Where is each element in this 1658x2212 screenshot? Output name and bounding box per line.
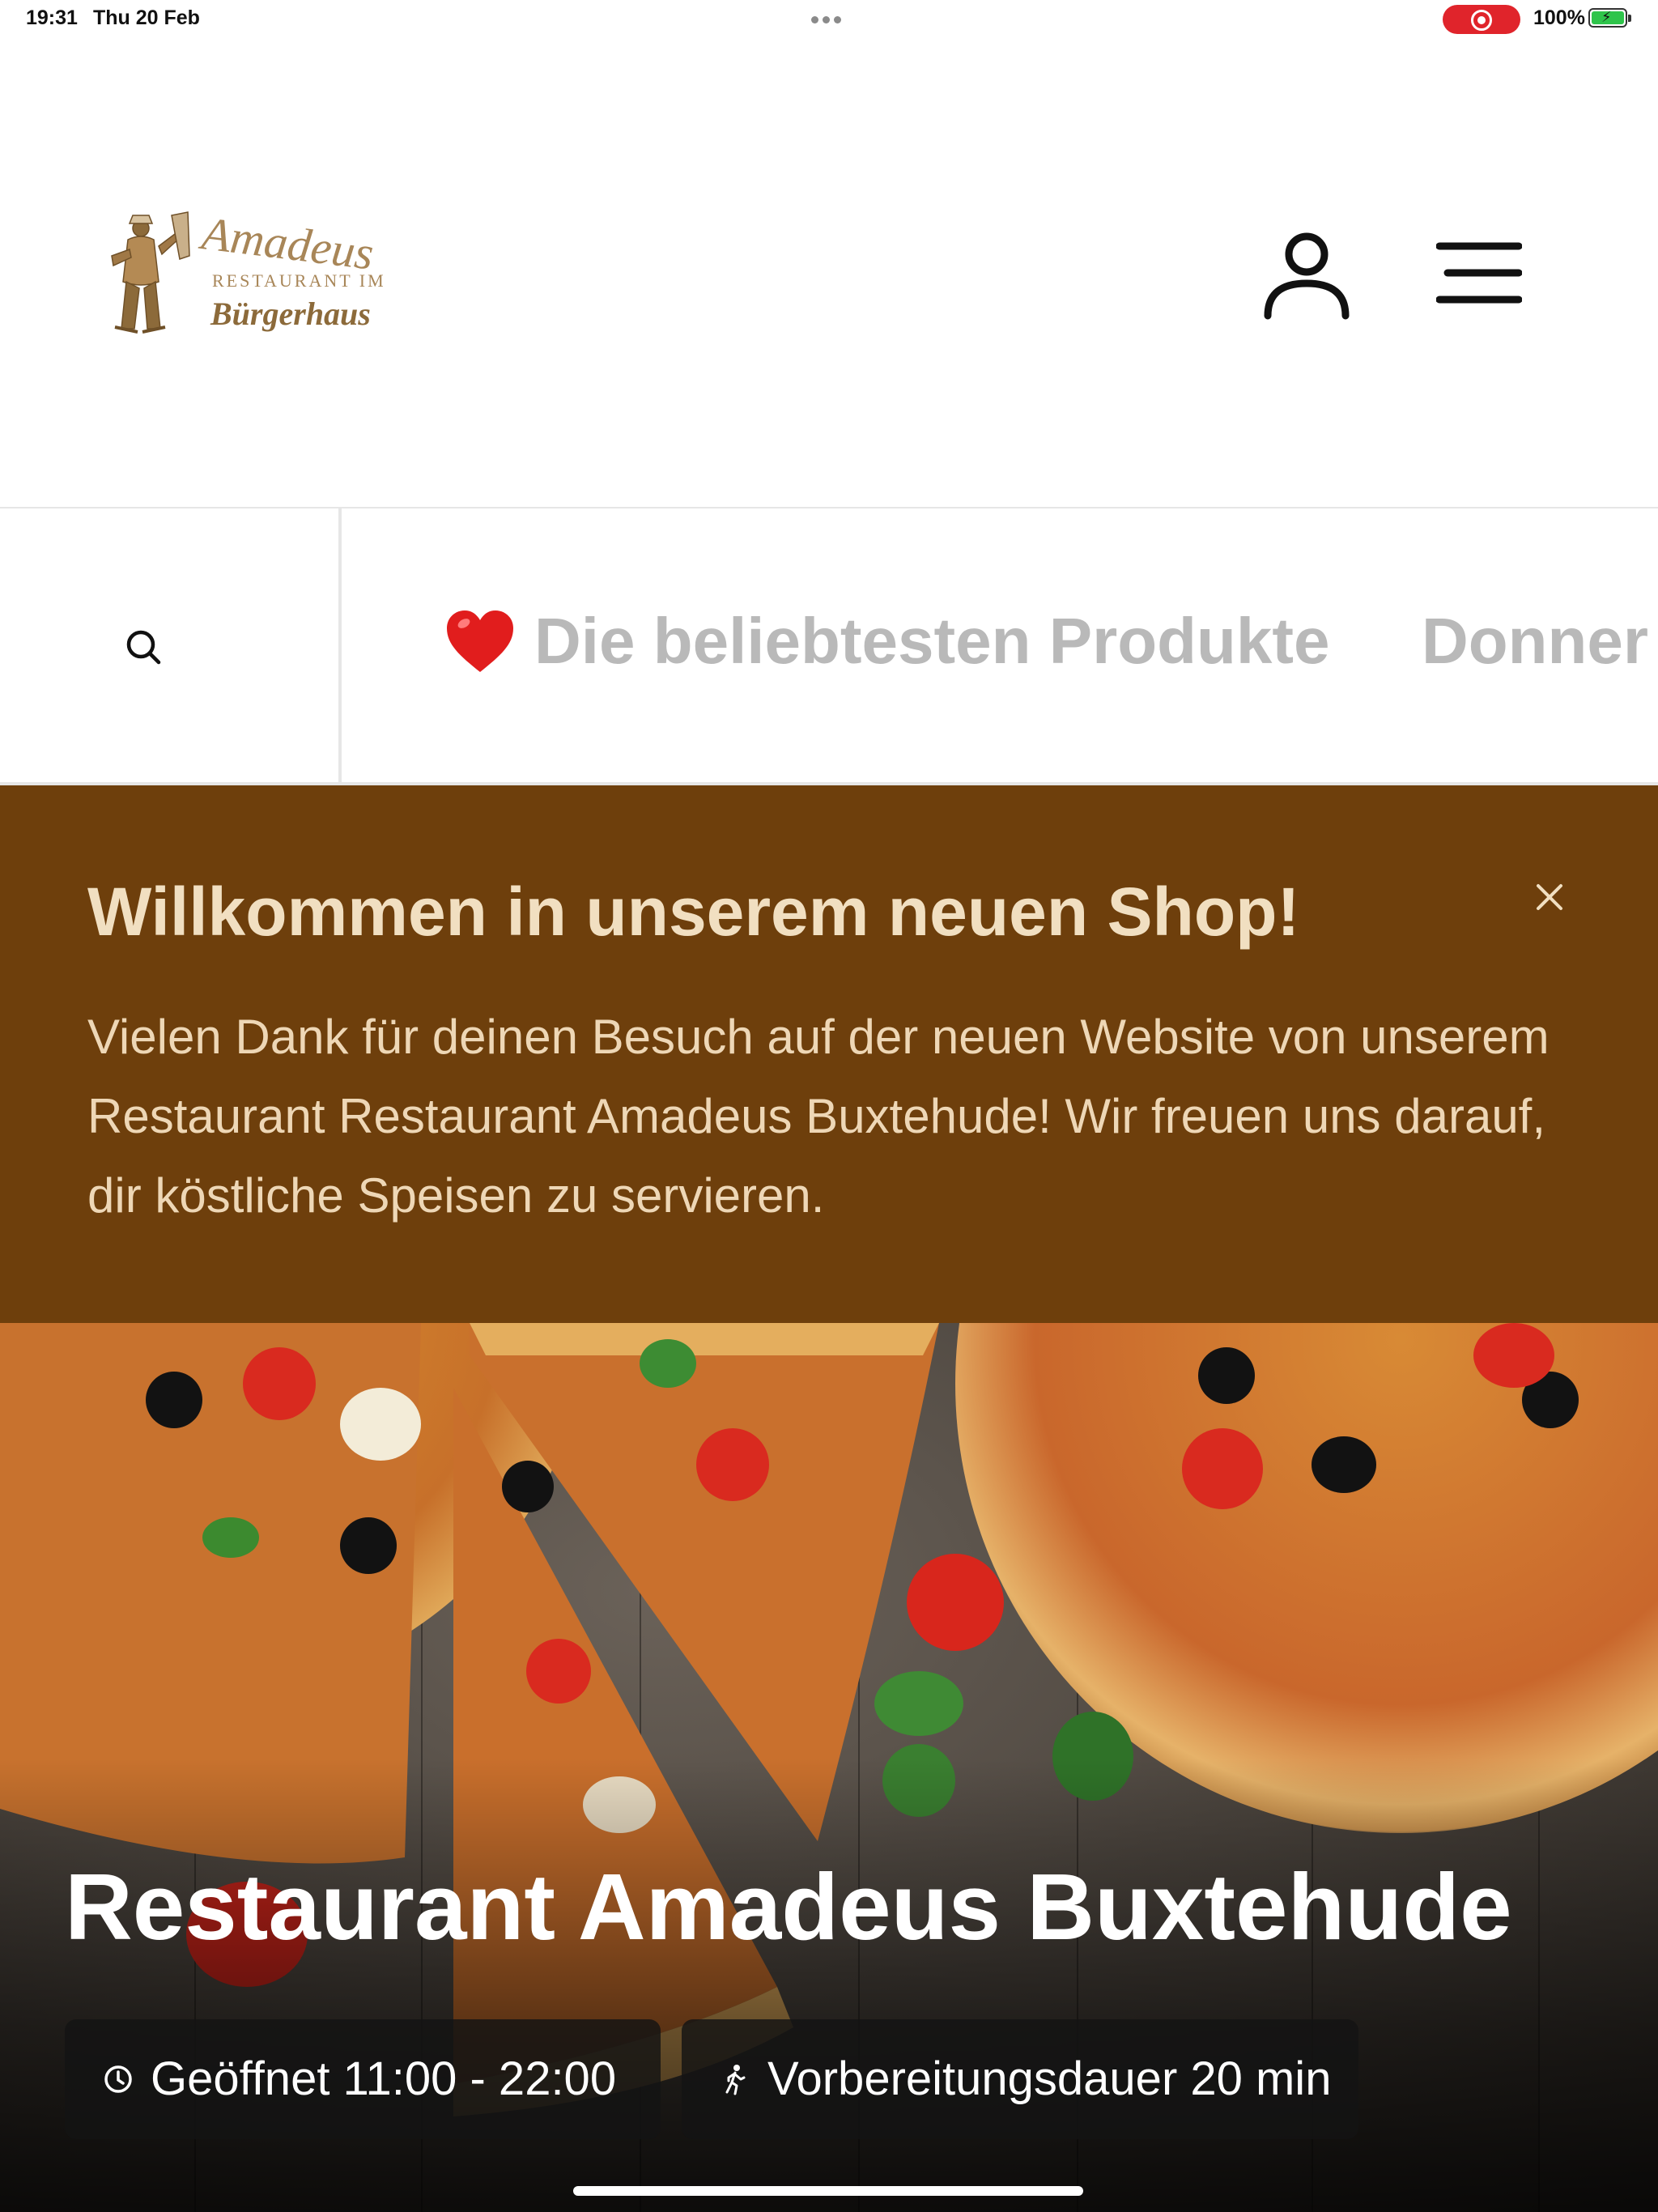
screen-recording-icon[interactable] (1443, 5, 1520, 34)
logo-text-buergerhaus: Bürgerhaus (210, 296, 371, 332)
home-indicator[interactable] (573, 2186, 1083, 2196)
category-nav: Die beliebtesten Produkte Donner (0, 507, 1658, 785)
opening-hours-chip: Geöffnet 11:00 - 22:00 (65, 2019, 661, 2139)
banner-message: Vielen Dank für deinen Besuch auf der ne… (87, 1010, 1550, 1223)
banner-title: Willkommen in unserem neuen Shop! (87, 874, 1300, 950)
clock-icon (104, 2065, 132, 2093)
welcome-banner: Willkommen in unserem neuen Shop! Vielen… (0, 785, 1658, 1323)
hamburger-menu-icon[interactable] (1436, 240, 1522, 306)
hero-banner: Restaurant Amadeus Buxtehude Geöffnet 11… (0, 1323, 1658, 2212)
walking-person-icon (725, 2065, 746, 2095)
prep-time-label: Vorbereitungsdauer 20 min (767, 2052, 1332, 2105)
multitasking-dots-icon[interactable] (811, 13, 847, 23)
opening-hours-label: Geöffnet 11:00 - 22:00 (151, 2052, 617, 2105)
user-account-icon[interactable] (1260, 227, 1354, 321)
battery-percentage: 100% (1533, 6, 1585, 29)
logo-text-subtitle: RESTAURANT IM (212, 270, 386, 291)
category-tab-donner[interactable]: Donner (1422, 604, 1648, 678)
category-tab-popular[interactable]: Die beliebtesten Produkte (534, 604, 1329, 678)
search-button[interactable] (0, 508, 342, 782)
status-time: 19:31 (26, 6, 78, 29)
prep-time-chip: Vorbereitungsdauer 20 min (682, 2019, 1358, 2139)
close-icon[interactable] (1535, 883, 1564, 912)
heart-icon (447, 610, 513, 672)
status-date: Thu 20 Feb (93, 6, 200, 29)
search-icon (126, 630, 161, 665)
restaurant-title: Restaurant Amadeus Buxtehude (65, 1854, 1512, 1959)
status-bar: 19:31 Thu 20 Feb 100% ⚡ (0, 0, 1658, 39)
battery-charging-icon: ⚡ (1588, 8, 1631, 28)
